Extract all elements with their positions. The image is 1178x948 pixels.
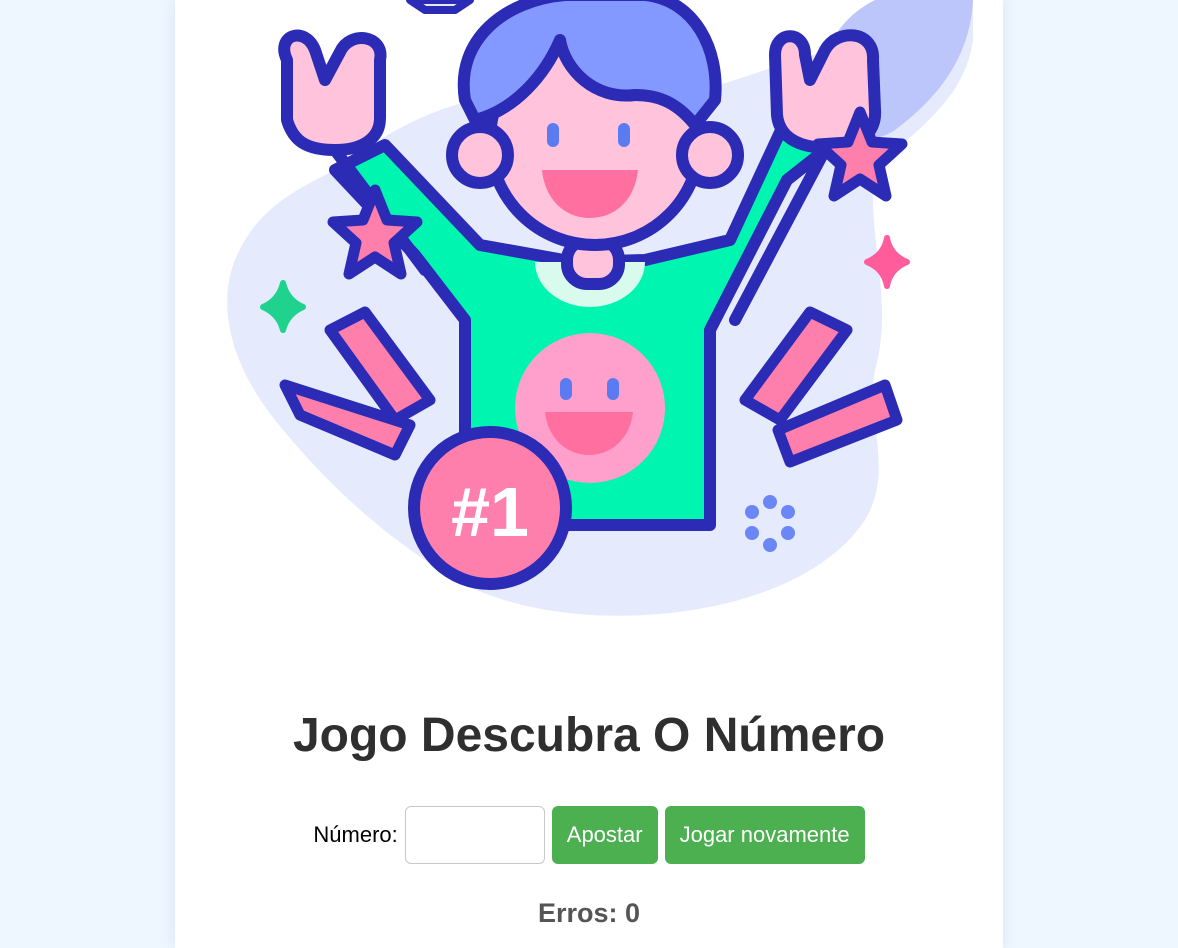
right-ear — [676, 121, 744, 189]
guess-form: Número: Apostar Jogar novamente — [175, 805, 1003, 865]
game-card: #1 Jogo Descubra O Número Número: Aposta — [175, 0, 1003, 948]
left-glove — [278, 29, 387, 156]
smiley-right-eye — [607, 378, 619, 400]
number-one-badge: #1 — [408, 426, 572, 590]
number-label: Número: — [313, 822, 398, 847]
top-star-fragment — [406, 0, 474, 14]
celebration-illustration: #1 — [227, 0, 973, 616]
bet-button[interactable]: Apostar — [551, 806, 658, 864]
errors-counter: Erros: 0 — [537, 898, 641, 928]
page-title: Jogo Descubra O Número — [292, 709, 886, 762]
left-ear — [446, 121, 514, 189]
number-input[interactable] — [404, 806, 545, 864]
right-eye — [618, 123, 630, 147]
play-again-button[interactable]: Jogar novamente — [664, 806, 865, 864]
badge-label: #1 — [451, 473, 529, 551]
smiley-left-eye — [560, 378, 572, 400]
left-eye — [547, 123, 559, 147]
